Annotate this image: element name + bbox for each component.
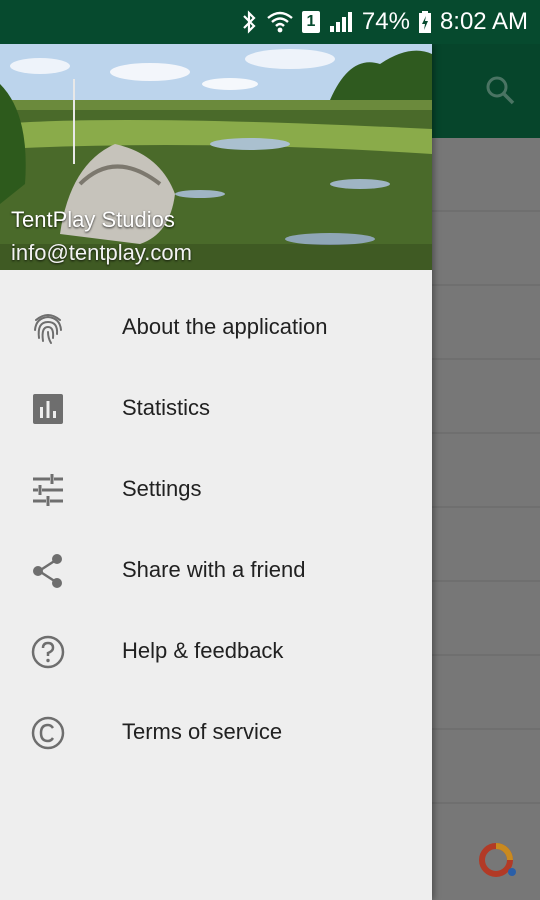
- copyright-icon: [31, 716, 65, 750]
- account-name: TentPlay Studios: [11, 207, 175, 232]
- help-circle-icon: [31, 635, 65, 669]
- list-divider: [432, 210, 540, 212]
- list-divider: [432, 802, 540, 804]
- menu-item-statistics[interactable]: Statistics: [0, 367, 432, 448]
- menu-item-label: Terms of service: [122, 718, 283, 744]
- menu-item-help[interactable]: Help & feedback: [0, 610, 432, 691]
- menu-item-terms[interactable]: Terms of service: [0, 691, 432, 772]
- sim-slot-label: 1: [306, 13, 316, 30]
- list-divider: [432, 654, 540, 656]
- list-divider: [432, 432, 540, 434]
- menu-item-label: Help & feedback: [122, 637, 284, 663]
- signal-icon: [329, 12, 352, 32]
- share-icon: [33, 554, 62, 588]
- list-divider: [432, 728, 540, 730]
- menu-item-share[interactable]: Share with a friend: [0, 529, 432, 610]
- menu-item-label: Statistics: [122, 394, 211, 420]
- battery-percent: 74%: [361, 8, 410, 35]
- list-divider: [432, 284, 540, 286]
- menu-item-label: Settings: [122, 475, 202, 501]
- drawer-header: TentPlay Studios info@tentplay.com: [0, 44, 432, 270]
- search-icon[interactable]: [484, 74, 516, 106]
- fingerprint-icon: [34, 314, 62, 344]
- menu-item-about[interactable]: About the application: [0, 286, 432, 367]
- battery-charging-icon: [418, 11, 431, 33]
- list-divider: [432, 580, 540, 582]
- menu-item-settings[interactable]: Settings: [0, 448, 432, 529]
- wifi-icon: [267, 11, 293, 33]
- navigation-drawer: TentPlay Studios info@tentplay.com About…: [0, 44, 432, 900]
- account-email: info@tentplay.com: [11, 240, 192, 265]
- list-divider: [432, 358, 540, 360]
- tune-sliders-icon: [33, 474, 63, 506]
- menu-item-label: Share with a friend: [122, 556, 306, 582]
- ad-choices-icon[interactable]: [476, 838, 520, 882]
- status-bar: 1 74% 8:02 AM: [0, 0, 540, 44]
- clock: 8:02 AM: [439, 8, 528, 35]
- bar-chart-icon: [33, 394, 63, 424]
- bluetooth-icon: [243, 10, 256, 34]
- menu-item-label: About the application: [122, 313, 328, 339]
- sim-icon: 1: [301, 11, 320, 33]
- drawer-menu: About the application Statistics Setting…: [0, 286, 432, 772]
- header-background-photo: [0, 44, 432, 270]
- list-divider: [432, 506, 540, 508]
